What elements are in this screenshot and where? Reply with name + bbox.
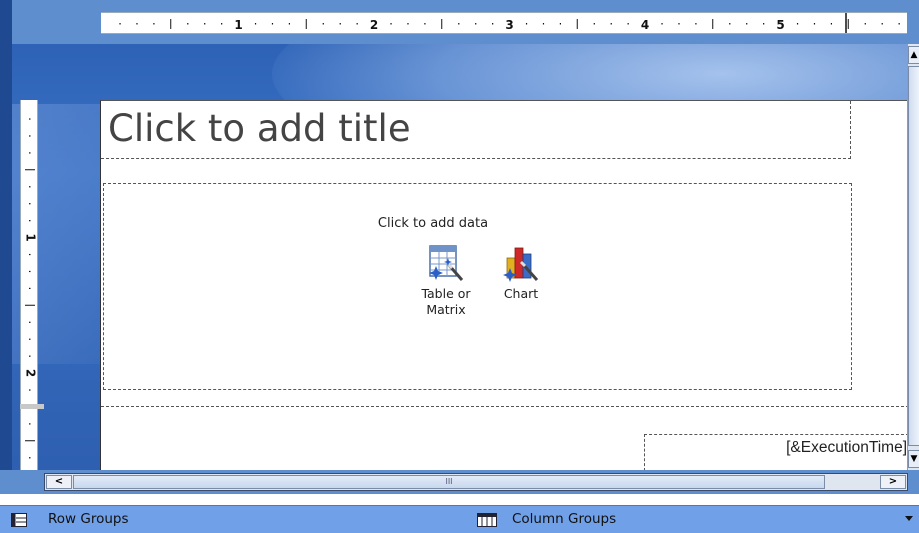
chart-label: Chart <box>503 286 539 301</box>
horizontal-ruler: 1 2 3 4 5 <box>101 12 907 34</box>
ruler-tick <box>29 220 31 222</box>
ruler-tick <box>254 23 257 25</box>
scroll-left-button[interactable]: < <box>46 475 72 489</box>
ruler-tick <box>356 23 358 25</box>
vertical-scrollbar[interactable]: ▲ ▼ <box>907 44 919 470</box>
scroll-thumb-grip: III <box>445 477 453 486</box>
ruler-tick <box>29 389 31 391</box>
ruler-number: 2 <box>370 18 378 32</box>
ruler-tick <box>898 23 900 25</box>
ruler-tick <box>288 23 291 25</box>
scroll-down-button[interactable]: ▼ <box>908 450 919 468</box>
ruler-tick <box>661 23 663 25</box>
ruler-tick <box>29 338 31 340</box>
vertical-scroll-thumb[interactable] <box>908 66 919 446</box>
ruler-tick <box>475 23 477 25</box>
row-groups-label[interactable]: Row Groups <box>48 511 129 527</box>
ruler-tick <box>830 23 833 25</box>
scroll-up-button[interactable]: ▲ <box>908 46 919 64</box>
ruler-tick <box>695 23 697 25</box>
grouping-pane: Row Groups Column Groups <box>0 505 919 533</box>
ruler-tick <box>390 23 392 25</box>
ruler-number: 3 <box>505 18 513 32</box>
ruler-tick <box>796 23 799 25</box>
ruler-number: 1 <box>234 18 242 32</box>
ruler-tick <box>136 23 138 25</box>
table-wizard-icon <box>429 245 464 281</box>
ruler-tick <box>119 23 121 25</box>
ruler-tick <box>29 135 31 137</box>
ruler-tick <box>542 23 545 25</box>
ruler-number: 1 <box>24 233 38 241</box>
ruler-tick <box>153 23 155 25</box>
column-groups-label[interactable]: Column Groups <box>512 511 616 527</box>
table-or-matrix-label: Table or Matrix <box>421 286 471 317</box>
ruler-tick <box>29 270 31 273</box>
chart-wizard-icon <box>503 247 539 282</box>
top-ruler-area: 1 2 3 4 5 <box>0 0 919 44</box>
ruler-tick <box>29 321 31 323</box>
ruler-tick <box>763 23 765 25</box>
row-groups-icon <box>11 513 27 527</box>
ruler-tick <box>29 186 31 188</box>
ruler-tick <box>29 355 31 357</box>
ruler-tick <box>424 23 426 25</box>
ruler-number: 4 <box>641 18 649 32</box>
ruler-tick <box>678 23 680 25</box>
table-or-matrix-wizard-button[interactable]: Table or Matrix <box>409 244 483 318</box>
ruler-tick <box>339 23 341 25</box>
ruler-tick <box>204 23 206 25</box>
ruler-tick <box>29 152 31 154</box>
ruler-tick <box>29 423 31 425</box>
ruler-tick <box>29 287 31 290</box>
ruler-tick <box>593 23 595 25</box>
vertical-ruler-marker <box>20 404 44 409</box>
ruler-tick <box>729 23 731 25</box>
horizontal-scroll-thumb[interactable]: III <box>73 475 825 489</box>
ruler-tick <box>559 23 562 25</box>
execution-time-expression: [&ExecutionTime] <box>786 439 907 456</box>
ruler-tick <box>813 23 816 25</box>
execution-time-textbox[interactable]: [&ExecutionTime] <box>644 434 909 471</box>
ruler-number: 5 <box>776 18 784 32</box>
ruler-tick <box>29 203 31 205</box>
ruler-tick <box>29 118 31 120</box>
add-data-label: Click to add data <box>377 216 489 231</box>
ruler-tick <box>187 23 189 25</box>
scroll-right-button[interactable]: > <box>880 475 906 489</box>
ruler-tick <box>221 23 223 25</box>
report-page[interactable]: Click to add title Click to add data Tab… <box>100 100 909 471</box>
title-textbox[interactable]: Click to add title <box>101 101 851 159</box>
ruler-tick <box>322 23 324 25</box>
ruler-tick <box>29 457 31 459</box>
ruler-tick <box>627 23 629 25</box>
ruler-tick <box>525 23 528 25</box>
ruler-tick <box>746 23 748 25</box>
report-body-area[interactable]: Click to add data Table or Matrix Chart <box>103 183 852 390</box>
horizontal-scrollbar[interactable]: < III > <box>44 473 908 491</box>
page-footer-divider <box>101 406 909 407</box>
ruler-tick <box>881 23 883 25</box>
ruler-tick <box>458 23 460 25</box>
vertical-ruler: 12 <box>20 100 38 470</box>
ruler-tick <box>610 23 612 25</box>
ruler-tick <box>864 23 866 25</box>
ruler-number: 2 <box>24 369 38 377</box>
ruler-tick <box>271 23 274 25</box>
chart-wizard-button[interactable]: Chart <box>492 244 550 302</box>
ruler-tick <box>29 253 31 256</box>
left-edge <box>0 0 12 470</box>
ruler-tick <box>492 23 494 25</box>
column-groups-icon <box>477 513 497 527</box>
chevron-down-icon[interactable] <box>905 516 913 521</box>
title-placeholder: Click to add title <box>108 107 411 150</box>
ruler-tick <box>407 23 409 25</box>
